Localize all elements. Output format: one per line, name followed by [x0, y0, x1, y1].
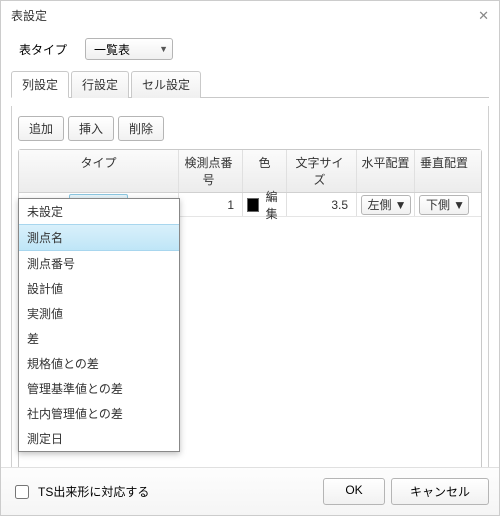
dialog-footer: TS出来形に対応する OK キャンセル [1, 467, 499, 515]
footer-buttons: OK キャンセル [323, 478, 489, 505]
chevron-down-icon: ▼ [453, 198, 465, 212]
columns-grid: タイプ 検測点番号 色 文字サイズ 水平配置 垂直配置 測点名 ▼ 1 [18, 149, 482, 498]
cell-size: 3.5 [287, 193, 357, 216]
dialog-title: 表設定 [11, 7, 47, 24]
col-header-halign: 水平配置 [357, 150, 415, 192]
ts-checkbox-row[interactable]: TS出来形に対応する [11, 482, 149, 502]
col-header-type: タイプ [19, 150, 179, 192]
type-option[interactable]: 規格値との差 [19, 351, 179, 376]
cell-no: 1 [179, 193, 243, 216]
delete-button[interactable]: 削除 [118, 116, 164, 141]
type-options-list: 未設定測点名測点番号設計値実測値差規格値との差管理基準値との差社内管理値との差測… [18, 198, 180, 452]
type-option[interactable]: 測点番号 [19, 251, 179, 276]
column-settings-panel: 追加 挿入 削除 タイプ 検測点番号 色 文字サイズ 水平配置 垂直配置 測点名… [11, 106, 489, 468]
close-icon[interactable]: ✕ [478, 8, 489, 24]
ts-checkbox-label: TS出来形に対応する [38, 483, 149, 500]
dialog-window: 表設定 ✕ 表タイプ 一覧表 ▼ 列設定 行設定 セル設定 追加 挿入 削除 タ… [0, 0, 500, 516]
ok-button[interactable]: OK [323, 478, 385, 505]
table-type-row: 表タイプ 一覧表 ▼ [1, 28, 499, 70]
chevron-down-icon: ▼ [159, 44, 168, 54]
tabs: 列設定 行設定 セル設定 [11, 70, 489, 98]
tab-cell-settings[interactable]: セル設定 [131, 71, 201, 98]
col-header-no: 検測点番号 [179, 150, 243, 192]
type-option[interactable]: 管理基準値との差 [19, 376, 179, 401]
type-option[interactable]: 社内管理値との差 [19, 401, 179, 426]
col-header-size: 文字サイズ [287, 150, 357, 192]
halign-dropdown[interactable]: 左側 ▼ [361, 195, 411, 215]
tab-column-settings[interactable]: 列設定 [11, 71, 69, 98]
type-option[interactable]: 測点名 [19, 224, 179, 251]
type-option[interactable]: 差 [19, 326, 179, 351]
cell-color[interactable]: 編集 [243, 193, 287, 216]
chevron-down-icon: ▼ [395, 198, 407, 212]
insert-button[interactable]: 挿入 [68, 116, 114, 141]
add-button[interactable]: 追加 [18, 116, 64, 141]
toolbar: 追加 挿入 削除 [18, 116, 482, 141]
color-swatch [247, 198, 259, 212]
type-option[interactable]: 実測値 [19, 301, 179, 326]
color-edit-label: 編集 [261, 188, 282, 222]
cancel-button[interactable]: キャンセル [391, 478, 489, 505]
col-header-valign: 垂直配置 [415, 150, 473, 192]
ts-checkbox[interactable] [15, 485, 29, 499]
titlebar: 表設定 ✕ [1, 1, 499, 28]
cell-valign: 下側 ▼ [415, 193, 473, 216]
cell-halign: 左側 ▼ [357, 193, 415, 216]
type-option[interactable]: 測定日 [19, 426, 179, 451]
valign-dropdown[interactable]: 下側 ▼ [419, 195, 469, 215]
grid-header: タイプ 検測点番号 色 文字サイズ 水平配置 垂直配置 [19, 150, 481, 193]
type-option[interactable]: 未設定 [19, 199, 179, 224]
type-option[interactable]: 設計値 [19, 276, 179, 301]
col-header-color: 色 [243, 150, 287, 192]
tab-row-settings[interactable]: 行設定 [71, 71, 129, 98]
table-type-label: 表タイプ [19, 41, 67, 58]
table-type-dropdown[interactable]: 一覧表 ▼ [85, 38, 173, 60]
table-type-value: 一覧表 [94, 41, 130, 58]
